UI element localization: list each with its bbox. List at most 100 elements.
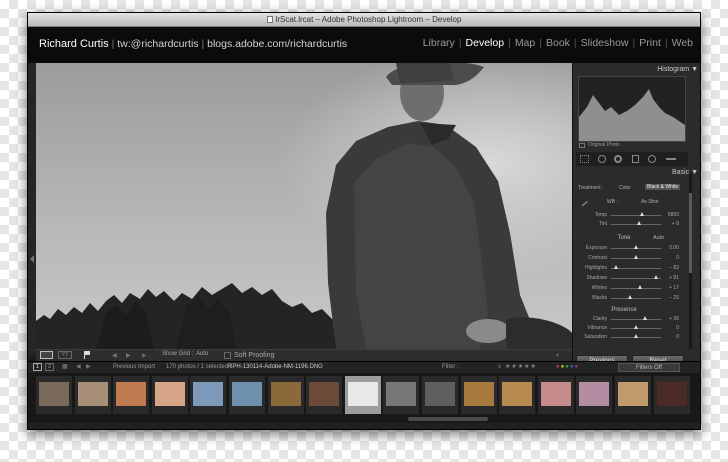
window-1-button[interactable]: 1 (33, 363, 42, 371)
filmstrip-thumbnail[interactable] (151, 376, 188, 414)
slider-knob[interactable] (654, 275, 658, 279)
slider-knob[interactable] (627, 295, 632, 299)
filmstrip-source[interactable]: Previous Import (113, 364, 155, 370)
slider-value[interactable]: 0.00 (669, 245, 679, 251)
flag-icon[interactable] (84, 351, 90, 359)
slider-whites[interactable]: Whites + 17 (581, 285, 685, 293)
slider-value[interactable]: 0 (676, 334, 679, 340)
filmstrip-thumbnail[interactable] (267, 376, 304, 414)
filmstrip-thumbnail[interactable] (460, 376, 497, 414)
filmstrip-thumbnail[interactable] (576, 376, 613, 414)
module-book[interactable]: Book (545, 37, 571, 49)
slider-track[interactable] (611, 212, 661, 216)
red-eye-icon[interactable] (614, 155, 622, 163)
filmstrip-thumbnail[interactable] (74, 376, 111, 414)
forward-arrow-icon[interactable]: ▶ (86, 363, 91, 370)
slider-value[interactable]: + 8 (672, 221, 679, 227)
slider-track[interactable] (611, 295, 661, 299)
crop-tool-icon[interactable] (580, 155, 589, 163)
slider-knob[interactable] (634, 325, 638, 329)
selected-filename[interactable]: RPH-130114-Adobe-NM-1196.DNG (228, 364, 323, 370)
color-label-filter[interactable]: ●●●●● (556, 364, 579, 370)
previous-arrow-icon[interactable]: ◀ (112, 352, 117, 359)
left-panel-collapsed[interactable] (28, 63, 36, 355)
filmstrip-thumbnail[interactable] (653, 376, 690, 414)
slider-vibrance[interactable]: Vibrance 0 (581, 325, 685, 333)
slider-track[interactable] (611, 265, 661, 269)
radial-filter-icon[interactable] (648, 155, 656, 163)
filmstrip-thumbnail[interactable] (113, 376, 150, 414)
graduated-filter-icon[interactable] (632, 155, 639, 163)
histogram-header[interactable]: Histogram ▼ (577, 66, 698, 76)
filmstrip-thumbnail[interactable] (306, 376, 343, 414)
slider-track[interactable] (611, 325, 661, 329)
slider-value[interactable]: + 81 (669, 275, 679, 281)
filmstrip-thumbnail[interactable] (499, 376, 536, 414)
toolbar-menu-icon[interactable]: ▾ (556, 352, 559, 359)
slider-knob[interactable] (634, 245, 638, 249)
filmstrip-thumbnail[interactable] (190, 376, 227, 414)
slider-track[interactable] (611, 334, 661, 338)
slider-clarity[interactable]: Clarity + 36 (581, 316, 685, 324)
filmstrip-thumbnail[interactable] (615, 376, 651, 414)
play-icon[interactable]: ▶ (142, 352, 147, 359)
slider-knob[interactable] (643, 316, 647, 320)
slider-value[interactable]: − 25 (669, 295, 679, 301)
rating-filter-stars[interactable]: ≥ ★★★★★ (498, 363, 537, 370)
soft-proofing-checkbox[interactable] (224, 352, 231, 359)
slider-saturation[interactable]: Saturation 0 (581, 334, 685, 342)
adjustment-brush-icon[interactable] (666, 158, 676, 160)
slider-contrast[interactable]: Contrast 0 (581, 255, 685, 263)
treatment-color[interactable]: Color (619, 185, 631, 191)
collapse-triangle-icon[interactable]: ▼ (691, 169, 698, 176)
slider-track[interactable] (611, 316, 661, 320)
slider-knob[interactable] (640, 212, 644, 216)
module-web[interactable]: Web (671, 37, 694, 49)
show-grid-value[interactable]: Auto (196, 351, 208, 357)
slider-tint[interactable]: Tint + 8 (581, 221, 685, 229)
slider-value[interactable]: + 17 (669, 285, 679, 291)
slider-highlights[interactable]: Highlights − 82 (581, 265, 685, 273)
slider-temp[interactable]: Temp 5850 (581, 212, 685, 220)
filmstrip-thumbnail[interactable] (383, 376, 420, 414)
filmstrip-thumbnail[interactable] (229, 376, 265, 414)
slider-track[interactable] (611, 221, 661, 225)
filmstrip-thumbnail[interactable] (537, 376, 574, 414)
slider-knob[interactable] (614, 265, 618, 269)
slider-knob[interactable] (638, 285, 642, 289)
back-arrow-icon[interactable]: ◀ (76, 363, 81, 370)
module-print[interactable]: Print (638, 37, 662, 49)
next-arrow-icon[interactable]: ▶ (126, 352, 131, 359)
spot-removal-icon[interactable] (598, 155, 606, 163)
slider-knob[interactable] (634, 255, 638, 259)
treatment-bw[interactable]: Black & White (645, 184, 681, 190)
slider-track[interactable] (611, 285, 661, 289)
filmstrip-thumbnail[interactable] (344, 376, 381, 414)
collapse-triangle-icon[interactable]: ▼ (691, 66, 698, 73)
module-develop[interactable]: Develop (465, 37, 506, 49)
filmstrip-thumbnail[interactable] (422, 376, 458, 414)
slider-value[interactable]: 5850 (668, 212, 679, 218)
module-library[interactable]: Library (422, 37, 456, 49)
slider-exposure[interactable]: Exposure 0.00 (581, 245, 685, 253)
slider-value[interactable]: − 82 (669, 265, 679, 271)
main-photo[interactable] (36, 63, 572, 349)
slider-track[interactable] (611, 245, 661, 249)
slider-shadows[interactable]: Shadows + 81 (581, 275, 685, 283)
slider-value[interactable]: 0 (676, 325, 679, 331)
wb-value[interactable]: As Shot (641, 199, 659, 205)
slider-value[interactable]: + 36 (669, 316, 679, 322)
filters-off-dropdown[interactable]: Filters Off (618, 363, 680, 372)
module-map[interactable]: Map (514, 37, 536, 49)
before-after-icon[interactable]: YY (58, 351, 72, 359)
window-2-button[interactable]: 2 (45, 363, 54, 371)
filmstrip-scrollbar[interactable] (408, 417, 488, 421)
slider-track[interactable] (611, 275, 661, 279)
slider-knob[interactable] (634, 334, 638, 338)
tone-auto[interactable]: Auto (653, 235, 664, 241)
basic-header[interactable]: Basic ▼ (577, 169, 698, 179)
filmstrip-thumbnail[interactable] (36, 376, 72, 414)
grid-icon[interactable]: ▦ (62, 363, 68, 370)
slider-value[interactable]: 0 (676, 255, 679, 261)
slider-track[interactable] (611, 255, 661, 259)
